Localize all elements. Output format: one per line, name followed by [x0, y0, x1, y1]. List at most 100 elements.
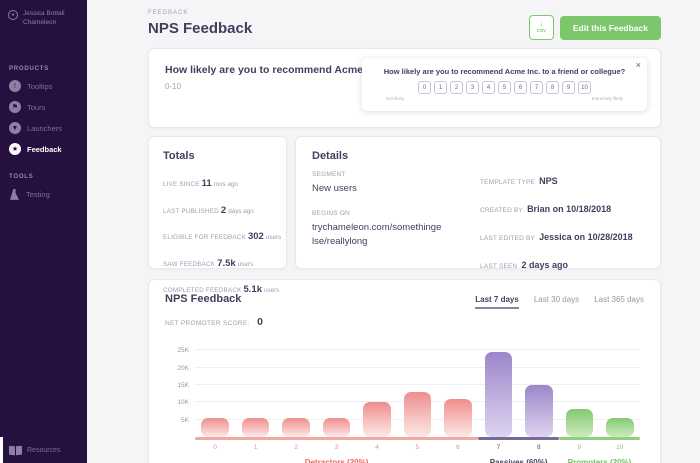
x-tick-label: 10: [616, 444, 624, 451]
nps-chart-card: NPS Feedback NET PROMOTER SCORE: 0 Last …: [148, 279, 661, 463]
details-label: SEGMENT: [312, 171, 346, 178]
sidebar-section-label: PRODUCTS: [9, 65, 50, 72]
sidebar-section: TOOLS Testing: [0, 174, 87, 205]
sidebar-item-testing[interactable]: Testing: [0, 184, 87, 205]
sidebar-section-label: TOOLS: [9, 173, 34, 180]
sidebar-item-tooltips[interactable]: ! Tooltips: [0, 76, 87, 97]
y-tick-label: 25K: [177, 347, 189, 355]
details-field: CREATED BY Brian on 10/18/2018: [480, 199, 644, 217]
sidebar-item-launchers[interactable]: ▼ Launchers: [0, 118, 87, 139]
details-value: NPS: [539, 176, 558, 186]
totals-value: 7.5k: [217, 257, 236, 269]
edit-feedback-button[interactable]: Edit this Feedback: [559, 15, 661, 40]
tab-last-30-days[interactable]: Last 30 days: [534, 295, 579, 309]
details-label: LAST EDITED BY: [480, 235, 536, 242]
bar-6[interactable]: [444, 399, 472, 437]
scale-button-10[interactable]: 10: [578, 81, 591, 94]
scale-button-1[interactable]: 1: [434, 81, 447, 94]
tours-icon: ⚑: [9, 101, 21, 114]
x-tick-label: 9: [577, 444, 582, 451]
question-card: How likely are you to recommend Acme... …: [148, 48, 661, 128]
scale-button-7[interactable]: 7: [530, 81, 543, 94]
details-value: 2 days ago: [521, 260, 568, 270]
page-header: FEEDBACK NPS Feedback ↓ CSV Edit this Fe…: [148, 10, 661, 40]
totals-label: SAW FEEDBACK: [163, 260, 216, 268]
scale-max-label: Extremely likely: [591, 96, 623, 101]
totals-label: ELIGIBLE FOR FEEDBACK: [163, 234, 246, 241]
scale-button-6[interactable]: 6: [514, 81, 527, 94]
baseline-segment: [478, 437, 560, 440]
download-icon: ↓: [539, 21, 544, 29]
chart-title: NPS Feedback: [165, 293, 242, 305]
bar-5[interactable]: [403, 392, 432, 437]
bar-slot: [357, 347, 397, 437]
scale-button-0[interactable]: 0: [418, 81, 431, 94]
totals-title: Totals: [163, 150, 195, 162]
bar-slot: [235, 347, 275, 437]
tab-last-7-days[interactable]: Last 7 days: [475, 295, 519, 309]
details-value: trychameleon.com/somethingelse/reallylon…: [312, 222, 442, 247]
totals-row: ELIGIBLE FOR FEEDBACK 302 users: [163, 226, 281, 244]
x-tick-label: 4: [375, 444, 379, 451]
y-tick-label: 5K: [181, 416, 189, 424]
y-tick-label: 10K: [177, 399, 189, 407]
close-icon[interactable]: ×: [636, 60, 641, 70]
feedback-star-icon: ★: [9, 143, 21, 156]
bar-4[interactable]: [363, 402, 391, 437]
sidebar-section: PRODUCTS ! Tooltips ⚑ Tours ▼ Launchers ★ Feedba…: [0, 66, 87, 160]
bar-2[interactable]: [282, 418, 310, 437]
resources-label: Resources: [27, 447, 61, 454]
scale-button-3[interactable]: 3: [466, 81, 479, 94]
totals-label: LIVE SINCE: [163, 181, 200, 188]
bar-8[interactable]: [525, 385, 553, 437]
bar-3[interactable]: [322, 418, 351, 437]
x-axis-labels: 0 1 2 3 4 5 6 7 8 9 10: [195, 444, 640, 451]
scale-button-2[interactable]: 2: [450, 81, 463, 94]
totals-row: SAW FEEDBACK 7.5k users: [163, 253, 272, 271]
scale-button-4[interactable]: 4: [482, 81, 495, 94]
totals-value: 2: [220, 204, 227, 216]
totals-value: 11: [201, 178, 212, 189]
x-tick-label: 2: [294, 444, 298, 451]
details-label: TEMPLATE TYPE: [480, 179, 536, 186]
sidebar-item-label: Feedback: [27, 144, 62, 154]
bar-10[interactable]: [606, 418, 634, 437]
details-label: BEGINS ON: [312, 210, 350, 218]
sidebar: ● Jessica Bottali Chameleon PRODUCTS ! Too…: [0, 0, 87, 463]
bar-slot: [519, 347, 559, 437]
details-card: Details SEGMENT New users BEGINS ON trycham…: [295, 136, 661, 270]
bar-9[interactable]: [565, 409, 594, 437]
bars-row: [195, 347, 640, 437]
x-tick-label: 5: [415, 444, 420, 451]
bar-7[interactable]: [484, 352, 513, 437]
sidebar-item-resources[interactable]: Resources: [9, 445, 61, 456]
x-tick-label: 8: [537, 444, 541, 451]
baseline-segment: [195, 437, 479, 440]
group-label: Promoters (20%): [567, 458, 632, 463]
sidebar-item-label: Launchers: [27, 123, 63, 133]
sidebar-item-tours[interactable]: ⚑ Tours: [0, 97, 87, 118]
scale-button-8[interactable]: 8: [546, 81, 559, 94]
details-value: Jessica on 10/28/2018: [539, 232, 633, 242]
details-field: TEMPLATE TYPE NPS: [480, 171, 644, 189]
download-csv-button[interactable]: ↓ CSV: [528, 15, 554, 40]
sidebar-item-feedback[interactable]: ★ Feedback: [0, 139, 87, 160]
sidebar-item-label: Tooltips: [27, 81, 53, 91]
net-promoter-score: NET PROMOTER SCORE: 0: [165, 316, 263, 328]
bar-1[interactable]: [241, 418, 270, 437]
totals-row: LIVE SINCE 11 mos ago: [163, 173, 272, 191]
tab-last-365-days[interactable]: Last 365 days: [594, 295, 644, 309]
scale-button-9[interactable]: 9: [562, 81, 575, 94]
scale-button-5[interactable]: 5: [498, 81, 511, 94]
survey-question: How likely are you to recommend Acme Inc…: [383, 67, 626, 76]
user-profile[interactable]: ● Jessica Bottali Chameleon: [0, 0, 87, 28]
totals-card: Totals LIVE SINCE 11 mos ago LAST PUBLISHED…: [148, 136, 287, 295]
bar-slot: [600, 347, 640, 437]
bar-0[interactable]: [201, 418, 229, 437]
sidebar-item-label: Tours: [27, 102, 46, 112]
collapsed-widget-handle[interactable]: [0, 437, 3, 463]
details-value: New users: [312, 183, 357, 194]
details-field: LAST SEEN 2 days ago: [480, 255, 644, 273]
user-name: Jessica Bottali Chameleon: [23, 10, 65, 27]
bar-slot: [276, 347, 316, 437]
